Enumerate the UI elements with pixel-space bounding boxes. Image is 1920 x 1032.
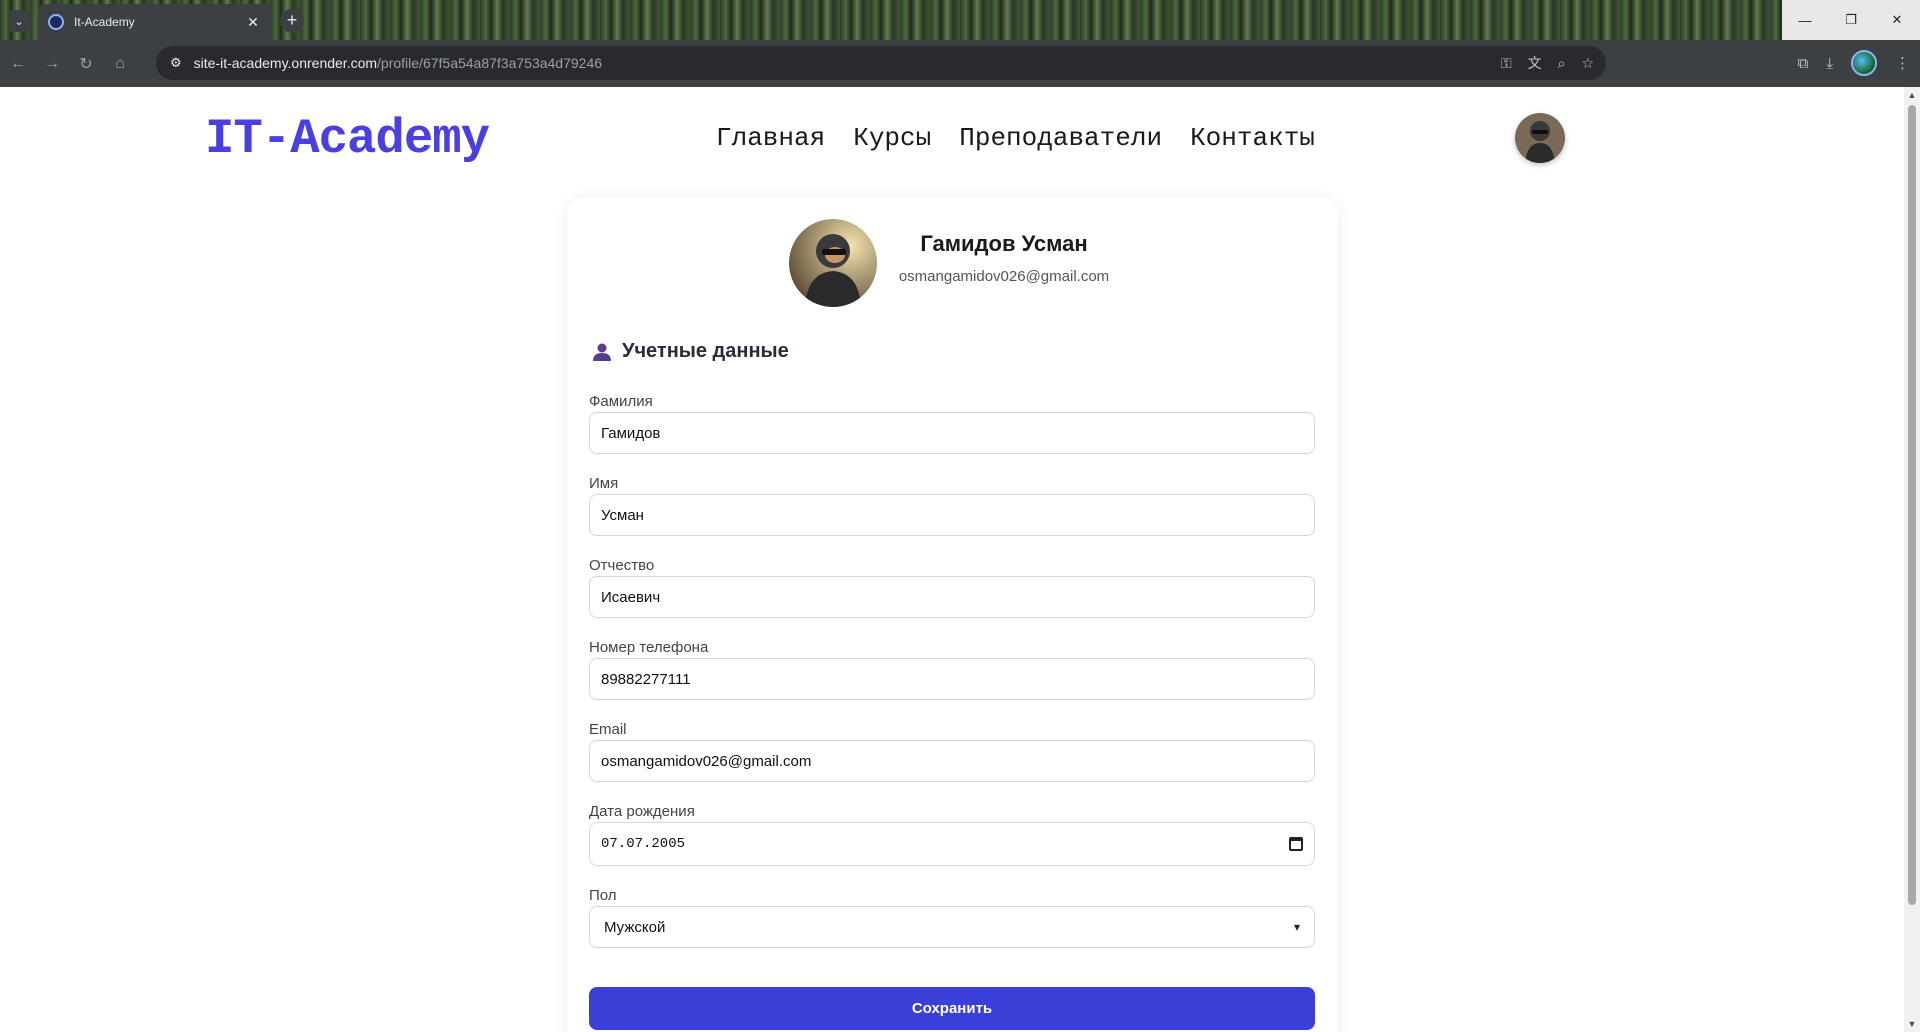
close-window-icon[interactable]: ✕: [1874, 0, 1920, 40]
scroll-up-icon[interactable]: ▲: [1904, 87, 1920, 103]
email-field[interactable]: osmangamidov026@gmail.com: [589, 740, 1315, 782]
home-icon[interactable]: ⌂: [104, 48, 136, 80]
user-icon: [593, 343, 611, 361]
browser-toolbar: ← → ↻ ⌂ ⚙ site-it-academy.onrender.com /…: [0, 40, 1920, 87]
address-bar[interactable]: ⚙ site-it-academy.onrender.com /profile/…: [156, 46, 1606, 80]
scroll-down-icon[interactable]: ▼: [1904, 1016, 1920, 1032]
gender-select[interactable]: Мужской ▾: [589, 906, 1315, 948]
save-button[interactable]: Сохранить: [589, 987, 1315, 1030]
download-icon[interactable]: ⤓: [1826, 55, 1833, 72]
nav-home[interactable]: Главная: [716, 123, 825, 153]
firstname-label: Имя: [589, 475, 619, 492]
birthdate-value: 07.07.2005: [601, 836, 686, 852]
gender-label: Пол: [589, 887, 617, 904]
new-tab-button[interactable]: +: [280, 9, 304, 33]
extensions-icon[interactable]: ⧉: [1798, 55, 1809, 72]
site-header: IT-Academy Главная Курсы Преподаватели К…: [0, 87, 1904, 187]
minimize-icon[interactable]: —: [1782, 0, 1828, 40]
browser-profile-avatar[interactable]: [1851, 50, 1877, 76]
birthdate-label: Дата рождения: [589, 803, 695, 820]
calendar-icon[interactable]: [1289, 837, 1303, 851]
restore-icon[interactable]: ❐: [1828, 0, 1874, 40]
bookmark-star-icon[interactable]: ☆: [1581, 55, 1594, 72]
browser-tab[interactable]: It-Academy ✕: [38, 4, 272, 40]
nav-courses[interactable]: Курсы: [853, 123, 931, 153]
nav-contacts[interactable]: Контакты: [1190, 123, 1315, 153]
profile-email: osmangamidov026@gmail.com: [898, 268, 1110, 285]
patronymic-field[interactable]: Исаевич: [589, 576, 1315, 618]
lastname-field[interactable]: Гамидов: [589, 412, 1315, 454]
nav-teachers[interactable]: Преподаватели: [959, 123, 1162, 153]
profile-card: Гамидов Усман osmangamidov026@gmail.com …: [567, 197, 1338, 1032]
site-info-icon[interactable]: ⚙: [170, 55, 182, 71]
main-nav: Главная Курсы Преподаватели Контакты: [716, 123, 1315, 153]
lastname-label: Фамилия: [589, 393, 653, 410]
email-label: Email: [589, 721, 627, 738]
header-avatar[interactable]: [1515, 113, 1565, 163]
phone-field[interactable]: 89882277111: [589, 658, 1315, 700]
birthdate-field[interactable]: 07.07.2005: [589, 822, 1315, 866]
forward-arrow-icon[interactable]: →: [36, 48, 68, 80]
favicon-icon: [48, 14, 64, 30]
tab-title: It-Academy: [74, 15, 135, 29]
profile-header: Гамидов Усман osmangamidov026@gmail.com: [789, 219, 1189, 309]
section-title: Учетные данные: [592, 340, 789, 363]
tab-search-icon[interactable]: ⌄: [8, 10, 30, 32]
chevron-down-icon: ▾: [1293, 920, 1300, 934]
password-key-icon[interactable]: ⚿: [1501, 55, 1512, 72]
close-tab-icon[interactable]: ✕: [244, 14, 262, 31]
page-content: IT-Academy Главная Курсы Преподаватели К…: [0, 87, 1904, 1032]
patronymic-label: Отчество: [589, 557, 655, 574]
scroll-thumb[interactable]: [1908, 105, 1916, 905]
firstname-field[interactable]: Усман: [589, 494, 1315, 536]
menu-dots-icon[interactable]: ⋮: [1895, 54, 1910, 72]
phone-label: Номер телефона: [589, 639, 709, 656]
zoom-icon[interactable]: ⌕: [1558, 55, 1566, 72]
url-host: site-it-academy.onrender.com: [193, 55, 378, 71]
site-logo[interactable]: IT-Academy: [205, 111, 490, 167]
page-scrollbar[interactable]: ▲ ▼: [1904, 87, 1920, 1032]
browser-tabstrip: ⌄ It-Academy ✕ + — ❐ ✕: [0, 0, 1920, 40]
back-arrow-icon[interactable]: ←: [2, 48, 34, 80]
url-path: /profile/67f5a54a87f3a753a4d79246: [377, 55, 603, 71]
reload-icon[interactable]: ↻: [70, 48, 102, 80]
translate-icon[interactable]: 文: [1528, 53, 1542, 73]
profile-name: Гамидов Усман: [920, 231, 1088, 256]
section-title-text: Учетные данные: [622, 340, 789, 362]
gender-value: Мужской: [604, 918, 666, 936]
profile-avatar[interactable]: [789, 219, 877, 307]
window-controls: — ❐ ✕: [1782, 0, 1920, 40]
